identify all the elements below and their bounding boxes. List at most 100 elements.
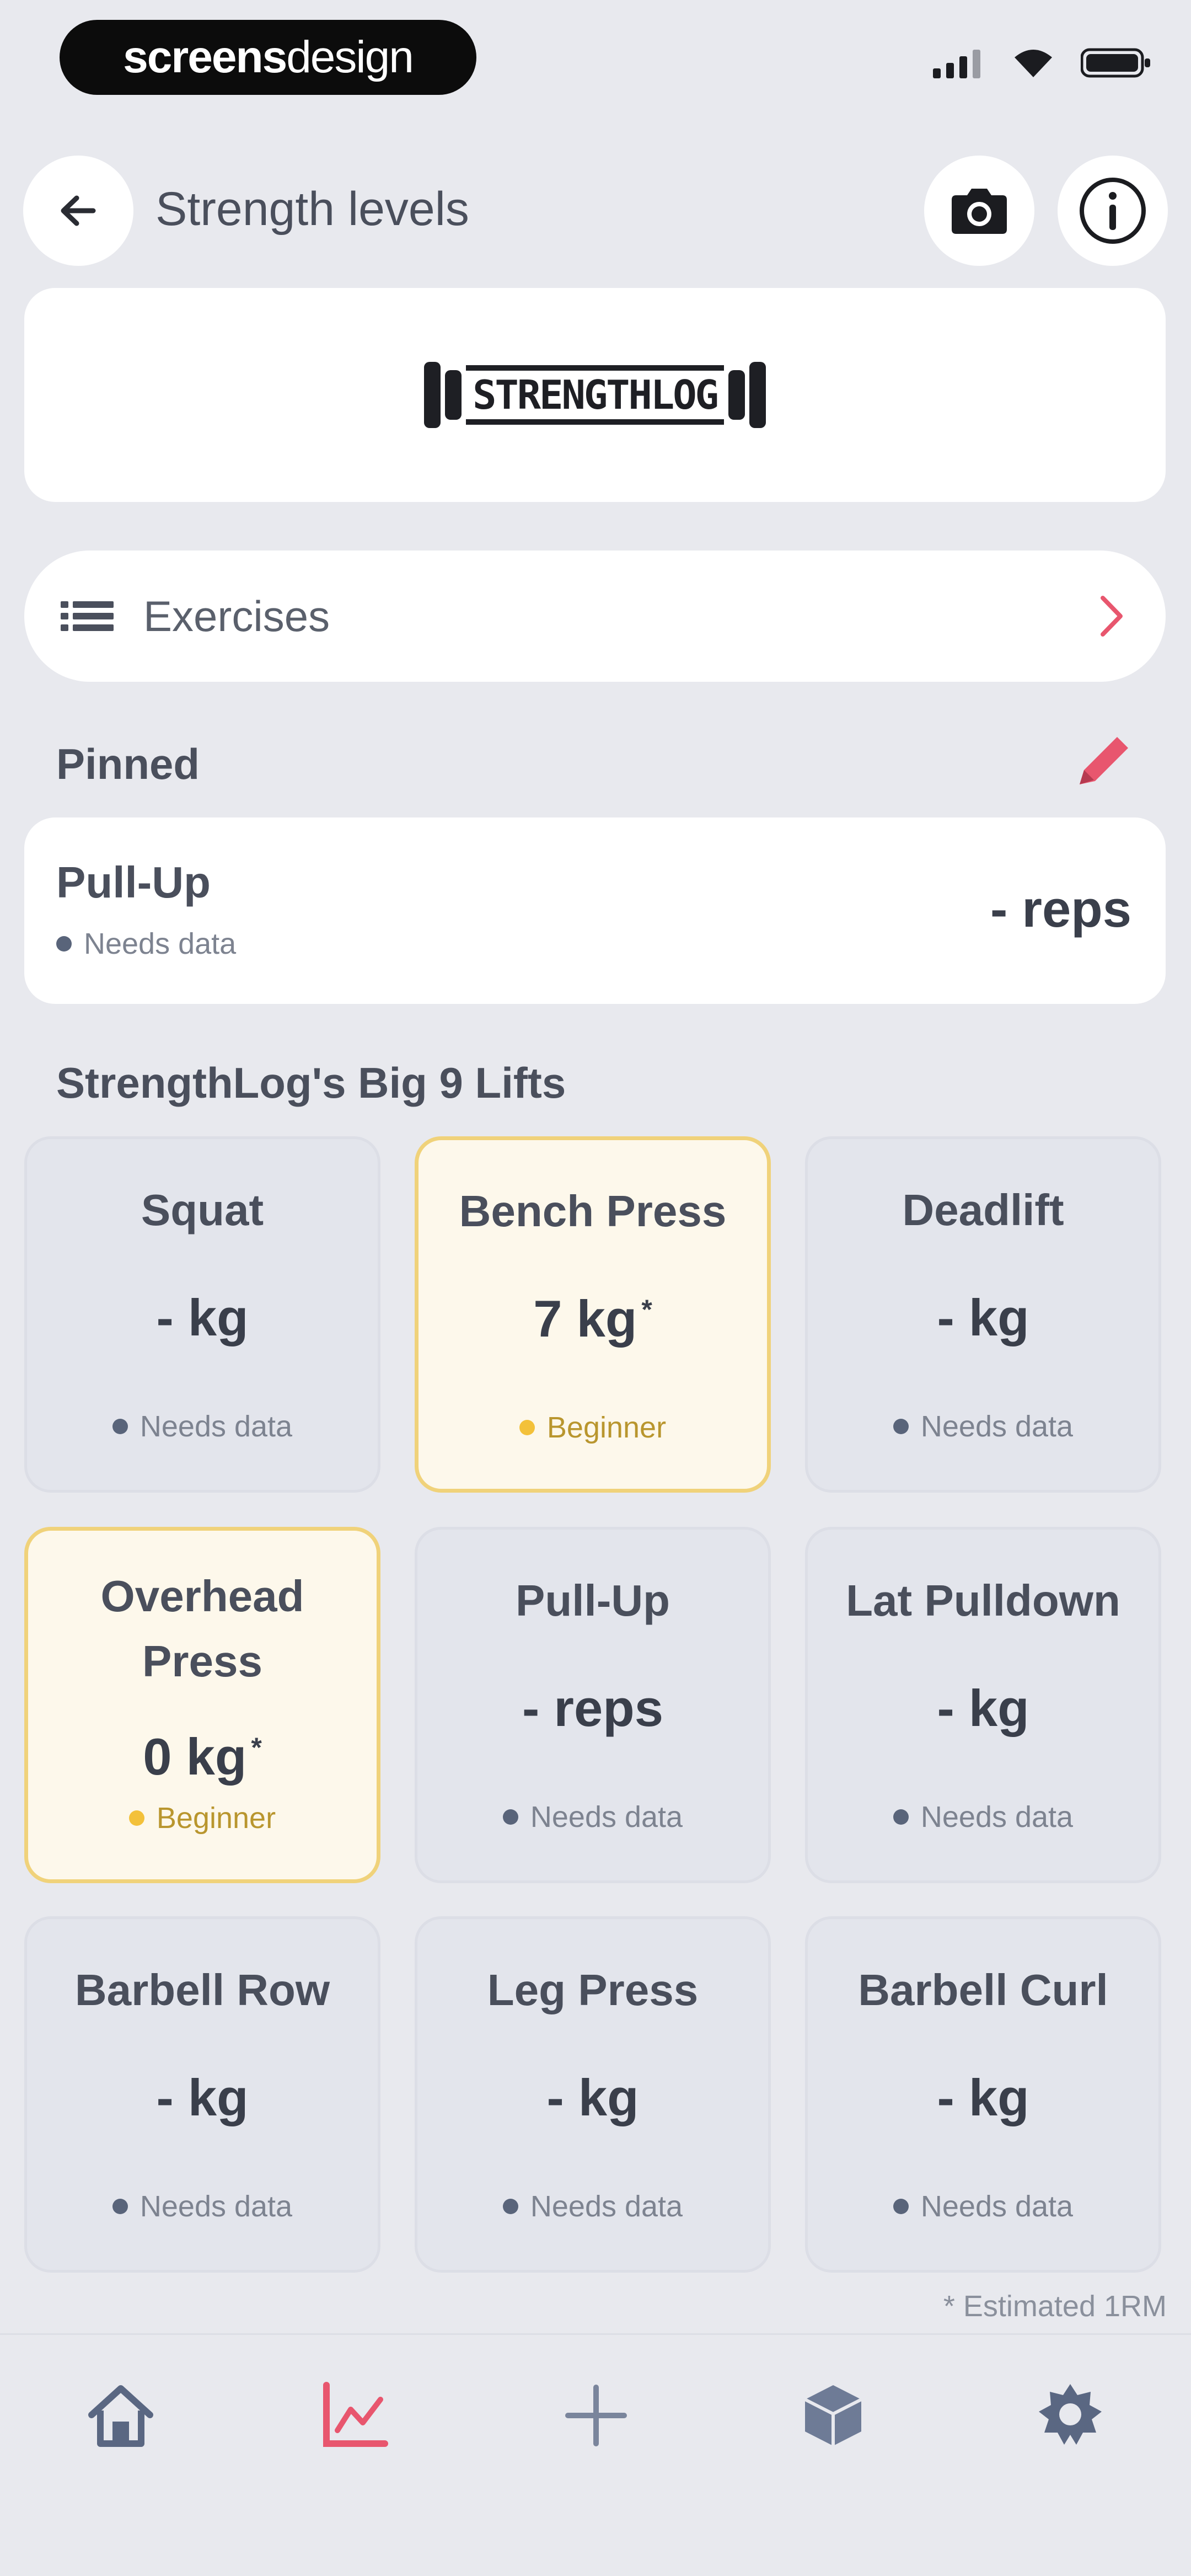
plus-icon [565,2385,627,2446]
lift-value-text: - kg [937,2069,1029,2126]
pinned-item-name: Pull-Up [56,858,211,907]
lift-value-text: - reps [522,1679,663,1737]
pinned-status-text: Needs data [84,927,237,960]
lift-value-text: - kg [546,2069,639,2126]
info-icon [1080,178,1146,244]
lift-status-text: Needs data [140,2190,293,2223]
camera-icon [952,189,1007,234]
logo-text: STRENGTHLOG [466,365,724,425]
lift-name: Squat [141,1185,264,1234]
status-dot [112,2199,128,2214]
status-dot [893,1419,909,1434]
lift-status-text: Needs data [920,2190,1074,2223]
wifi-icon [1015,50,1052,77]
lift-value: - reps [417,1679,768,1738]
lift-value: - kg [808,2068,1158,2128]
chart-icon [323,2382,388,2447]
camera-button[interactable] [924,156,1034,266]
lift-value: 7 kg * [419,1289,767,1349]
lift-status-text: Needs data [920,1800,1074,1834]
lift-status-text: Needs data [530,1800,683,1834]
lift-value: - kg [27,1288,378,1348]
screen: screens design Strength levels STRENGTHLO… [0,0,1191,2576]
lift-status: Needs data [808,1800,1158,1834]
back-button[interactable] [23,156,133,266]
estimated-1rm-note: * Estimated 1RM [943,2290,1167,2323]
status-dot [56,936,72,952]
strengthlog-logo: STRENGTHLOG [424,362,766,428]
pinned-heading: Pinned [56,740,200,788]
lift-status-text: Needs data [920,1410,1074,1443]
lift-name: Deadlift [902,1185,1064,1234]
lift-name: Bench Press [459,1187,727,1236]
gear-icon [1039,2384,1102,2445]
tab-add[interactable] [555,2374,637,2457]
status-icons [933,46,1152,79]
lift-status-text: Needs data [140,1410,293,1443]
exercises-row[interactable]: Exercises [24,551,1166,682]
home-icon [88,2385,153,2447]
big9-heading: StrengthLog's Big 9 Lifts [56,1059,566,1107]
status-dot [502,2199,518,2214]
pinned-item[interactable]: Pull-Up Needs data - reps [24,817,1166,1004]
estimate-mark: * [641,1294,652,1325]
lift-value-text: - kg [937,1289,1029,1346]
tab-settings[interactable] [1029,2374,1112,2457]
lift-value-text: 7 kg [533,1290,637,1348]
lift-tile[interactable]: Bench Press 7 kg * Beginner [415,1136,771,1493]
lift-status: Needs data [417,2189,768,2224]
lift-value-text: - kg [156,1289,249,1346]
lift-status: Beginner [419,1410,767,1445]
lift-name: Barbell Row [74,1965,330,2014]
arrow-left-icon [61,195,96,226]
lift-tile[interactable]: Leg Press - kg Needs data [415,1916,771,2273]
tab-library[interactable] [792,2374,875,2457]
lift-name: Barbell Curl [858,1965,1108,2014]
lift-value-text: 0 kg [143,1728,247,1786]
status-dot [112,1419,128,1434]
status-dot [893,2199,909,2214]
lift-tile[interactable]: Squat - kg Needs data [24,1136,380,1493]
status-dot [502,1809,518,1825]
chevron-right-icon [1101,596,1123,637]
lift-name: Overhead Press [100,1572,304,1686]
tab-strength[interactable] [313,2374,396,2457]
exercises-label: Exercises [143,591,330,640]
lift-status: Needs data [417,1800,768,1834]
pinned-item-status: Needs data [56,927,236,961]
brand-light: design [286,32,414,82]
list-icon [61,601,114,631]
status-dot [893,1809,909,1825]
lift-status: Needs data [808,1409,1158,1444]
estimate-mark: * [251,1731,262,1763]
lift-value: - kg [27,2068,378,2128]
lift-tile[interactable]: Barbell Row - kg Needs data [24,1916,380,2273]
lift-value: - kg [808,1288,1158,1348]
brand-bold: screens [123,32,287,82]
info-button[interactable] [1058,156,1168,266]
edit-pencil-icon[interactable] [1070,729,1136,795]
lift-value-text: - kg [156,2069,249,2126]
strengthlog-banner: STRENGTHLOG [24,288,1166,502]
lift-name: Pull-Up [516,1576,670,1625]
cube-icon [804,2385,862,2446]
status-dot [128,1810,144,1826]
tab-home[interactable] [79,2374,162,2457]
lift-value: 0 kg * [28,1727,377,1787]
lift-value-text: - kg [937,1679,1029,1737]
lift-status-text: Beginner [156,1802,276,1835]
lift-tile[interactable]: Barbell Curl - kg Needs data [805,1916,1161,2273]
lift-name: Lat Pulldown [846,1576,1120,1625]
lift-tile[interactable]: Overhead Press 0 kg * Beginner [24,1527,380,1883]
lift-status: Needs data [27,2189,378,2224]
lift-name: Leg Press [487,1965,699,2014]
battery-icon [1081,48,1150,78]
lift-tile[interactable]: Pull-Up - reps Needs data [415,1527,771,1883]
lift-status: Beginner [28,1801,377,1835]
screensdesign-badge: screens design [60,20,476,95]
lift-tile[interactable]: Deadlift - kg Needs data [805,1136,1161,1493]
lift-value: - kg [808,1679,1158,1738]
signal-icon [933,50,980,78]
lift-tile[interactable]: Lat Pulldown - kg Needs data [805,1527,1161,1883]
page-title: Strength levels [155,183,469,236]
